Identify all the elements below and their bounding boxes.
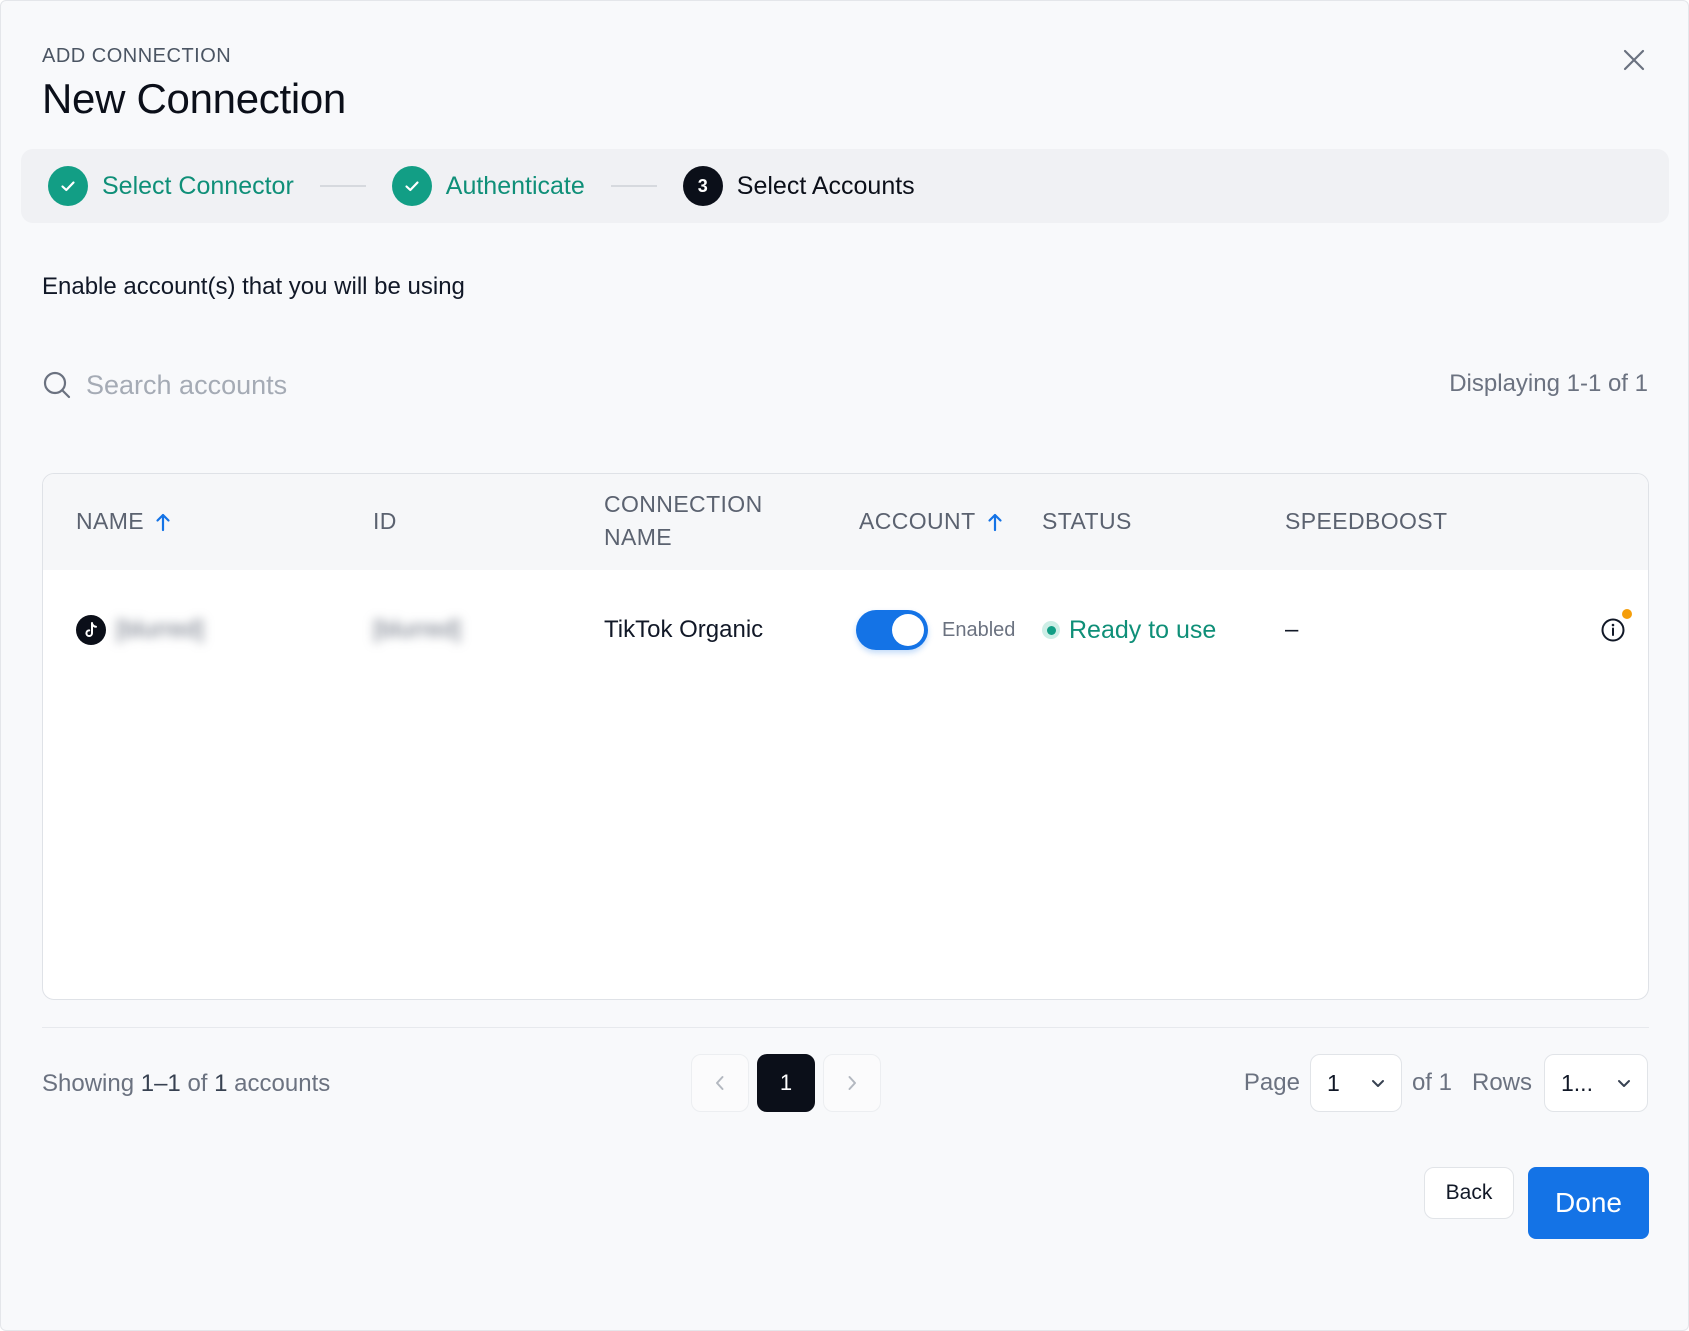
column-label: NAME [604, 524, 673, 550]
toggle-state-label: Enabled [942, 618, 1016, 641]
modal-eyebrow: ADD CONNECTION [42, 45, 232, 67]
connection-name-cell: TikTok Organic [604, 570, 763, 690]
page-button-current[interactable]: 1 [757, 1054, 815, 1112]
next-page-button[interactable] [823, 1054, 881, 1112]
showing-summary: Showing 1–1 of 1 accounts [42, 1070, 330, 1098]
toggle-knob [892, 614, 924, 646]
step-connector-line [610, 185, 657, 187]
column-header-name[interactable]: NAME [76, 505, 172, 538]
rows-label: Rows [1471, 1069, 1532, 1096]
rows-select-value: 1... [1561, 1069, 1593, 1096]
column-label: CONNECTION [604, 491, 763, 517]
step-completed-check [48, 166, 88, 206]
done-button[interactable]: Done [1528, 1167, 1649, 1239]
info-button[interactable] [1600, 609, 1632, 643]
instruction-text: Enable account(s) that you will be using [42, 273, 465, 300]
column-header-connection-name[interactable]: CONNECTION NAME [604, 488, 763, 554]
showing-range: 1–1 [140, 1070, 181, 1097]
back-button[interactable]: Back [1424, 1167, 1514, 1219]
step-number: 3 [682, 166, 723, 206]
prev-page-button[interactable] [691, 1054, 749, 1112]
add-connection-modal: ADD CONNECTION New Connection Select Con… [0, 0, 1689, 1331]
page-of-label: of 1 [1411, 1069, 1452, 1096]
step-authenticate[interactable]: Authenticate [391, 166, 585, 206]
showing-of: of [187, 1070, 208, 1097]
search-input[interactable] [86, 369, 606, 401]
showing-total: 1 [214, 1070, 228, 1097]
column-label: NAME [76, 508, 145, 534]
chevron-down-icon [1618, 1080, 1630, 1087]
notification-dot [1622, 609, 1632, 619]
tiktok-icon [76, 615, 106, 645]
status-cell: Ready to use [1042, 570, 1216, 690]
chevron-down-icon [1371, 1080, 1384, 1087]
account-id-cell: [blurred] [373, 570, 461, 690]
modal-title: New Connection [42, 75, 346, 122]
pagination: 1 [691, 1054, 881, 1112]
table-header: NAME ID CONNECTION NAME ACCOUNT STATUS S… [43, 474, 1648, 570]
check-icon [61, 181, 75, 192]
search-icon [43, 371, 71, 399]
blurred-account-id: [blurred] [373, 616, 462, 643]
page-label: Page [1243, 1069, 1300, 1096]
column-header-account[interactable]: ACCOUNT [859, 505, 1004, 538]
column-label: ID [373, 508, 397, 534]
showing-suffix: accounts [234, 1070, 331, 1097]
check-icon [405, 181, 419, 192]
account-name-cell: [blurred] [76, 570, 204, 690]
chevron-left-icon [716, 1076, 724, 1090]
info-icon [1601, 618, 1625, 642]
column-label: STATUS [1042, 508, 1132, 534]
status-text: Ready to use [1069, 615, 1217, 644]
column-header-speedboost[interactable]: SPEEDBOOST [1285, 505, 1447, 538]
chevron-right-icon [848, 1076, 856, 1090]
showing-prefix: Showing [42, 1070, 135, 1097]
column-label: ACCOUNT [859, 508, 976, 534]
status-dot-icon [1042, 621, 1060, 639]
blurred-account-name: [blurred] [116, 616, 205, 643]
sort-ascending-icon [986, 512, 1004, 532]
page-select[interactable]: 1 [1309, 1054, 1402, 1112]
sort-ascending-icon [154, 512, 172, 532]
account-enable-toggle[interactable] [856, 610, 928, 650]
footer-divider [42, 1027, 1649, 1028]
step-connector-line [319, 185, 366, 187]
search-bar [42, 365, 642, 405]
stepper: Select Connector Authenticate 3 Select A… [21, 149, 1669, 223]
column-header-status[interactable]: STATUS [1042, 505, 1132, 538]
column-label: SPEEDBOOST [1285, 508, 1448, 534]
page-select-value: 1 [1326, 1069, 1340, 1096]
account-toggle-cell: Enabled [856, 570, 1015, 690]
column-header-id[interactable]: ID [373, 505, 397, 538]
step-label: Authenticate [445, 171, 585, 200]
page-controls: Page 1 of 1 Rows 1... [1244, 1054, 1648, 1112]
speedboost-cell: – [1285, 570, 1298, 690]
speedboost-value: – [1285, 616, 1299, 643]
display-count: Displaying 1-1 of 1 [1449, 370, 1648, 397]
table-row: [blurred] [blurred] TikTok Organic Enabl… [43, 570, 1648, 690]
step-completed-check [391, 166, 432, 206]
close-button[interactable] [1617, 43, 1651, 77]
step-label: Select Accounts [736, 171, 915, 200]
step-select-accounts[interactable]: 3 Select Accounts [682, 166, 915, 206]
rows-per-page-select[interactable]: 1... [1544, 1054, 1648, 1112]
step-label: Select Connector [102, 171, 294, 200]
accounts-table: NAME ID CONNECTION NAME ACCOUNT STATUS S… [42, 473, 1649, 1000]
connection-name: TikTok Organic [604, 616, 764, 643]
close-icon [1623, 49, 1645, 71]
row-info-cell [1600, 570, 1632, 690]
step-select-connector[interactable]: Select Connector [48, 166, 294, 206]
